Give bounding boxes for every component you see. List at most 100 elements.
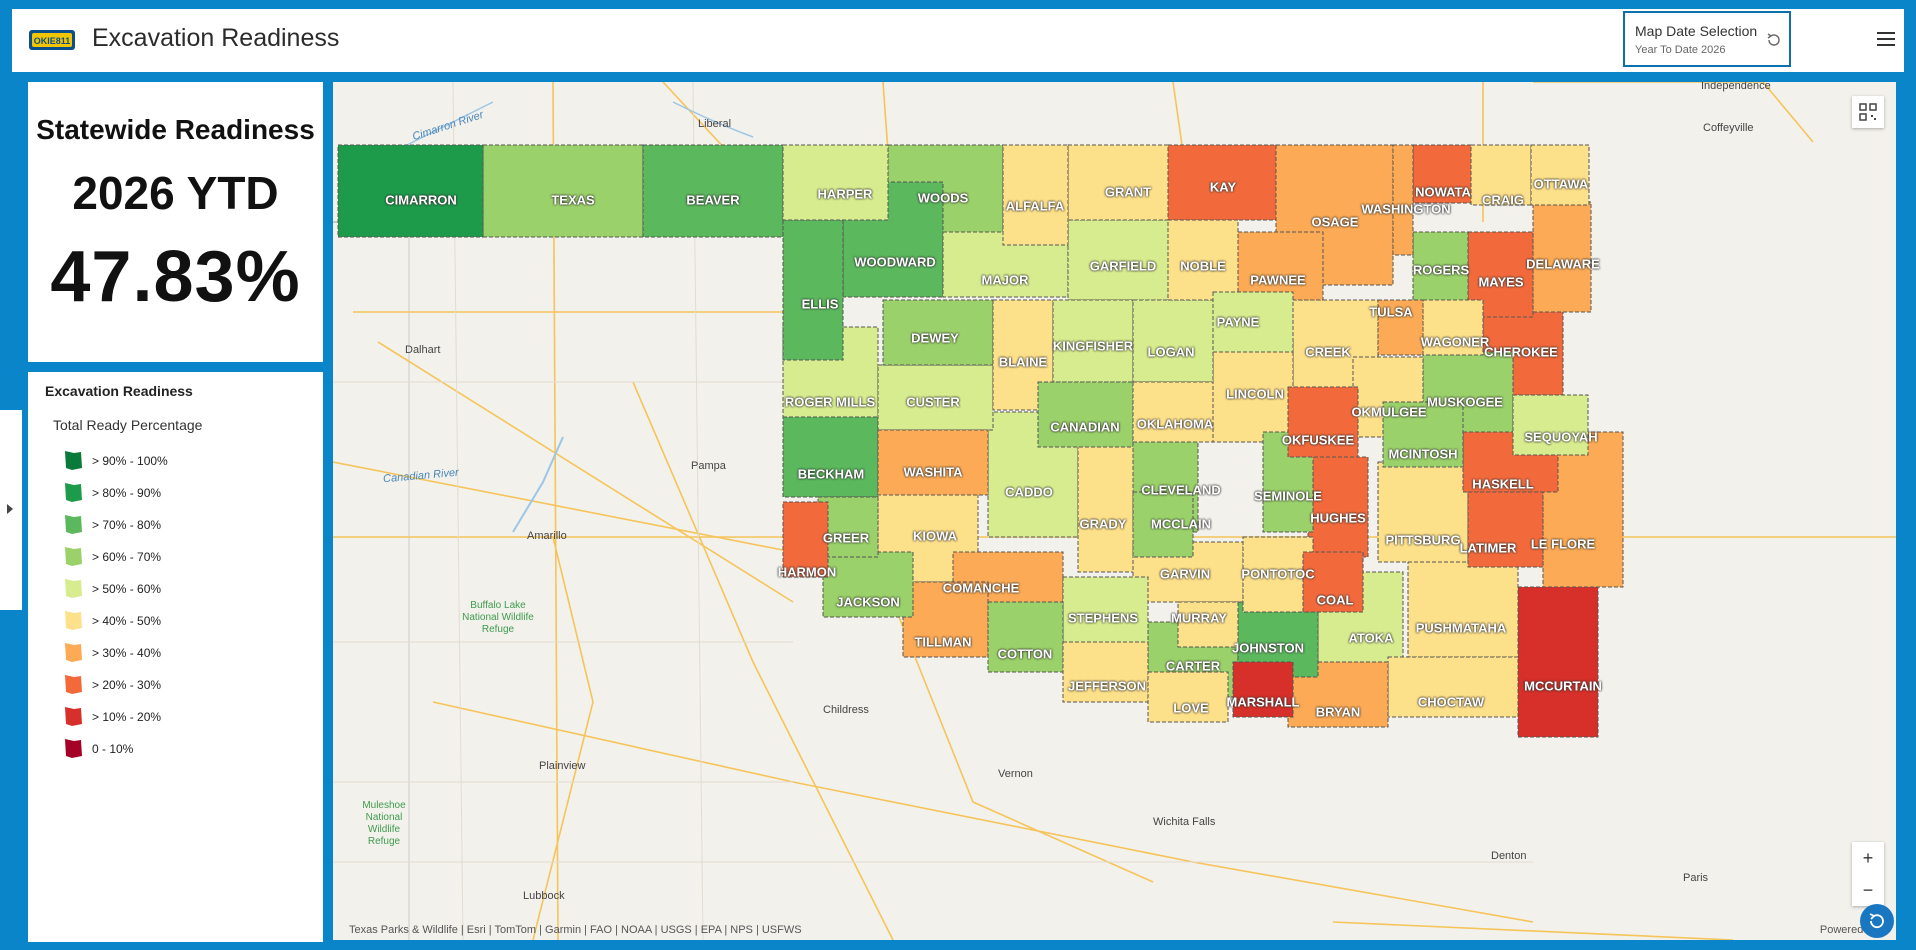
county-label: LOVE <box>1173 700 1209 716</box>
county-label: KAY <box>1209 179 1237 195</box>
county-label: SEMINOLE <box>1254 488 1322 504</box>
map-view[interactable]: Liberal Dalhart Pampa Amarillo Childress… <box>333 82 1896 940</box>
county-label: LOGAN <box>1147 344 1195 360</box>
legend-item-label: > 40% - 50% <box>92 614 162 628</box>
county-label: OSAGE <box>1311 214 1359 230</box>
zoom-out-button[interactable]: − <box>1852 874 1884 906</box>
county-label: TILLMAN <box>914 634 972 650</box>
county-grant[interactable] <box>1067 144 1169 221</box>
city-label: Pampa <box>691 460 726 472</box>
county-harper[interactable] <box>782 144 889 221</box>
county-label: COTTON <box>997 646 1053 662</box>
legend-swatch <box>65 451 82 470</box>
county-label: JACKSON <box>836 594 900 610</box>
county-label: MCINTOSH <box>1388 446 1458 462</box>
county-canadian[interactable] <box>1037 381 1134 448</box>
refresh-icon[interactable] <box>1860 904 1894 938</box>
map-attribution: Texas Parks & Wildlife | Esri | TomTom |… <box>349 924 802 936</box>
county-label: TULSA <box>1369 304 1413 320</box>
county-alfalfa[interactable] <box>1002 144 1069 246</box>
legend-item-label: > 70% - 80% <box>92 518 162 532</box>
date-selection-value: Year To Date 2026 <box>1635 44 1726 56</box>
reset-icon[interactable] <box>1765 31 1783 49</box>
county-hughes[interactable] <box>1307 456 1369 558</box>
county-label: MAYES <box>1478 274 1524 290</box>
legend-swatch <box>65 611 82 630</box>
city-label: Coffeyville <box>1703 122 1754 134</box>
county-label: CUSTER <box>906 394 960 410</box>
county-label: CRAIG <box>1482 192 1524 208</box>
county-label: KINGFISHER <box>1052 338 1134 354</box>
county-label: GRANT <box>1104 184 1152 200</box>
county-label: COAL <box>1316 592 1354 608</box>
map-date-selection[interactable]: Map Date Selection Year To Date 2026 <box>1623 11 1791 67</box>
county-label: BLAINE <box>998 354 1048 370</box>
county-label: MURRAY <box>1171 610 1227 626</box>
county-cotton[interactable] <box>987 601 1064 673</box>
county-cimarron[interactable] <box>337 144 484 238</box>
county-oklahoma[interactable] <box>1132 381 1214 443</box>
county-label: COMANCHE <box>942 580 1020 596</box>
county-washington[interactable] <box>1392 144 1414 256</box>
qr-code-icon[interactable] <box>1852 96 1884 128</box>
county-label: BECKHAM <box>797 466 865 482</box>
legend-swatch <box>65 515 82 534</box>
legend-swatch <box>65 579 82 598</box>
legend-item-label: > 10% - 20% <box>92 710 162 724</box>
legend-item-label: > 80% - 90% <box>92 486 162 500</box>
county-label: CADDO <box>1005 484 1053 500</box>
svg-text:OKIE811: OKIE811 <box>34 36 71 46</box>
legend-item: 0 - 10% <box>62 737 302 761</box>
sidebar-toggle[interactable] <box>0 410 22 610</box>
county-logan[interactable] <box>1132 299 1214 383</box>
summary-heading: Statewide Readiness <box>36 114 315 145</box>
county-texas[interactable] <box>482 144 644 238</box>
park-label: Buffalo Lake National Wildlife Refuge <box>462 600 534 635</box>
legend-swatch <box>65 675 82 694</box>
county-label: CREEK <box>1305 344 1351 360</box>
county-grady[interactable] <box>1077 436 1139 573</box>
county-label: MAJOR <box>981 272 1029 288</box>
county-label: OKMULGEE <box>1351 404 1427 420</box>
county-ellis[interactable] <box>782 219 844 361</box>
county-sequoyah[interactable] <box>1512 394 1589 456</box>
county-beaver[interactable] <box>642 144 784 238</box>
legend-item: > 80% - 90% <box>62 481 302 505</box>
county-label: PITTSBURG <box>1385 532 1461 548</box>
county-pushmataha[interactable] <box>1407 561 1519 658</box>
city-label: Independence <box>1701 82 1771 92</box>
city-label: Denton <box>1491 850 1527 862</box>
hamburger-menu-icon[interactable] <box>1876 29 1896 49</box>
county-label: HASKELL <box>1472 476 1534 492</box>
county-label: ROGERS <box>1412 262 1470 278</box>
county-label: PUSHMATAHA <box>1415 620 1507 636</box>
county-latimer[interactable] <box>1467 491 1544 568</box>
county-label: BEAVER <box>686 192 740 208</box>
county-beckham[interactable] <box>782 416 879 498</box>
county-label: LATIMER <box>1459 540 1517 556</box>
county-label: LINCOLN <box>1226 386 1284 402</box>
county-label: SEQUOYAH <box>1524 429 1598 445</box>
county-label: MUSKOGEE <box>1427 394 1503 410</box>
summary-percentage: 47.83% <box>50 237 301 317</box>
chevron-right-icon <box>7 504 13 514</box>
legend-item-label: 0 - 10% <box>92 742 134 756</box>
legend-panel: Excavation Readiness Total Ready Percent… <box>28 372 323 942</box>
county-label: CANADIAN <box>1050 419 1120 435</box>
county-label: DELAWARE <box>1526 256 1600 272</box>
county-label: HARMON <box>777 564 837 580</box>
zoom-in-button[interactable]: + <box>1852 842 1884 874</box>
county-label: OTTAWA <box>1533 176 1589 192</box>
county-label: WASHINGTON <box>1361 201 1451 217</box>
city-label: Vernon <box>998 768 1033 780</box>
legend-item: > 10% - 20% <box>62 705 302 729</box>
county-label: MCCURTAIN <box>1524 678 1602 694</box>
county-mccurtain[interactable] <box>1517 586 1599 738</box>
county-label: ALFALFA <box>1005 198 1065 214</box>
legend-item-label: > 30% - 40% <box>92 646 162 660</box>
legend-swatch <box>65 707 82 726</box>
county-washita[interactable] <box>877 429 989 496</box>
county-ottawa[interactable] <box>1530 144 1590 206</box>
county-pawnee[interactable] <box>1237 231 1324 301</box>
park-label: Muleshoe National Wildlife Refuge <box>362 800 406 847</box>
